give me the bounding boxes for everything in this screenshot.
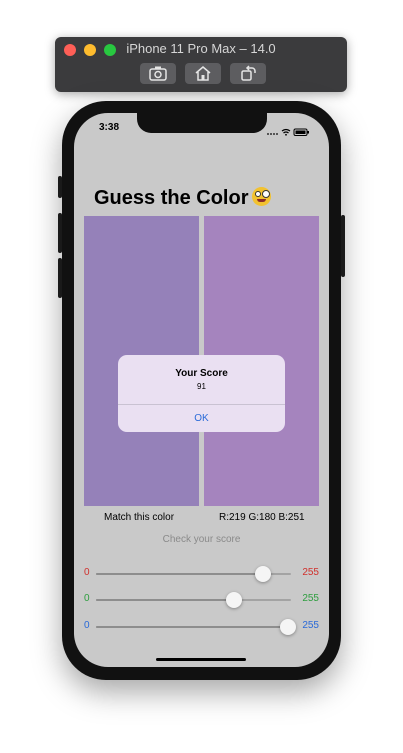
green-slider-row: 0 255 bbox=[84, 591, 319, 609]
green-slider-fill bbox=[96, 599, 234, 601]
volume-up-button bbox=[58, 213, 62, 253]
green-min-label: 0 bbox=[84, 593, 90, 604]
simulator-title-bar: iPhone 11 Pro Max – 14.0 bbox=[55, 37, 347, 92]
volume-down-button bbox=[58, 258, 62, 298]
alert-ok-button[interactable]: OK bbox=[118, 405, 285, 432]
cellular-icon bbox=[267, 133, 278, 135]
blue-min-label: 0 bbox=[84, 620, 90, 631]
guess-rgb-label: R:219 G:180 B:251 bbox=[219, 512, 305, 523]
home-icon bbox=[195, 66, 211, 81]
home-button[interactable] bbox=[185, 63, 221, 84]
blue-slider-fill bbox=[96, 626, 288, 628]
alert-title: Your Score bbox=[175, 368, 228, 379]
page-title-text: Guess the Color bbox=[94, 187, 249, 209]
battery-icon bbox=[293, 128, 309, 136]
green-slider-thumb[interactable] bbox=[225, 592, 242, 608]
red-slider[interactable] bbox=[96, 566, 291, 582]
status-icons bbox=[267, 123, 311, 141]
wifi-icon bbox=[281, 128, 291, 134]
power-button bbox=[341, 215, 345, 277]
screenshot-button[interactable] bbox=[140, 63, 176, 84]
zany-face-icon bbox=[252, 187, 272, 206]
rotate-button[interactable] bbox=[230, 63, 266, 84]
green-max-label: 255 bbox=[302, 593, 319, 604]
check-score-button[interactable]: Check your score bbox=[74, 534, 329, 545]
red-slider-thumb[interactable] bbox=[255, 566, 272, 582]
screenshot-icon bbox=[149, 66, 167, 81]
alert-message: 91 bbox=[197, 382, 206, 391]
score-alert: Your Score 91 OK bbox=[118, 355, 285, 432]
target-color-label: Match this color bbox=[104, 512, 175, 523]
mute-switch bbox=[58, 176, 62, 198]
blue-slider-row: 0 255 bbox=[84, 618, 319, 636]
device-screen: 3:38 Guess the Color Match this color R:… bbox=[74, 113, 329, 667]
status-time: 3:38 bbox=[99, 122, 120, 133]
rotate-icon bbox=[241, 65, 256, 81]
blue-slider[interactable] bbox=[96, 619, 296, 635]
red-min-label: 0 bbox=[84, 567, 90, 578]
red-slider-row: 0 255 bbox=[84, 565, 319, 583]
red-slider-fill bbox=[96, 573, 264, 575]
notch bbox=[137, 113, 267, 133]
green-slider[interactable] bbox=[96, 592, 291, 608]
page-title: Guess the Color bbox=[94, 187, 272, 210]
blue-max-label: 255 bbox=[302, 620, 319, 631]
blue-slider-thumb[interactable] bbox=[279, 619, 296, 635]
home-indicator[interactable] bbox=[156, 658, 246, 661]
simulator-title: iPhone 11 Pro Max – 14.0 bbox=[126, 41, 276, 56]
red-max-label: 255 bbox=[302, 567, 319, 578]
